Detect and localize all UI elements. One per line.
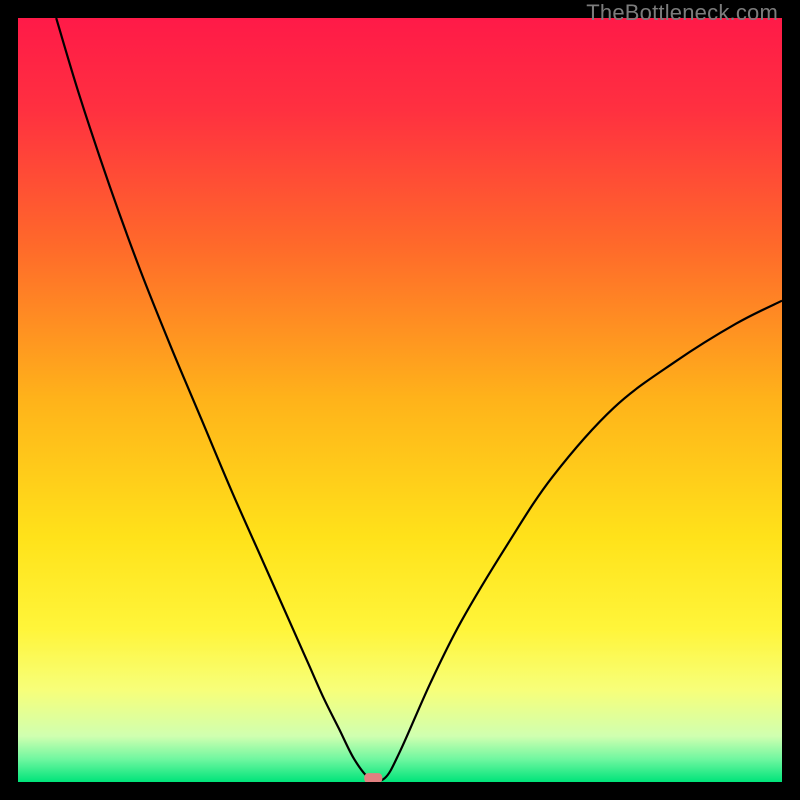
watermark-label: TheBottleneck.com	[586, 0, 778, 26]
bottleneck-chart	[18, 18, 782, 782]
gradient-background	[18, 18, 782, 782]
optimal-marker	[364, 773, 382, 782]
chart-frame	[18, 18, 782, 782]
